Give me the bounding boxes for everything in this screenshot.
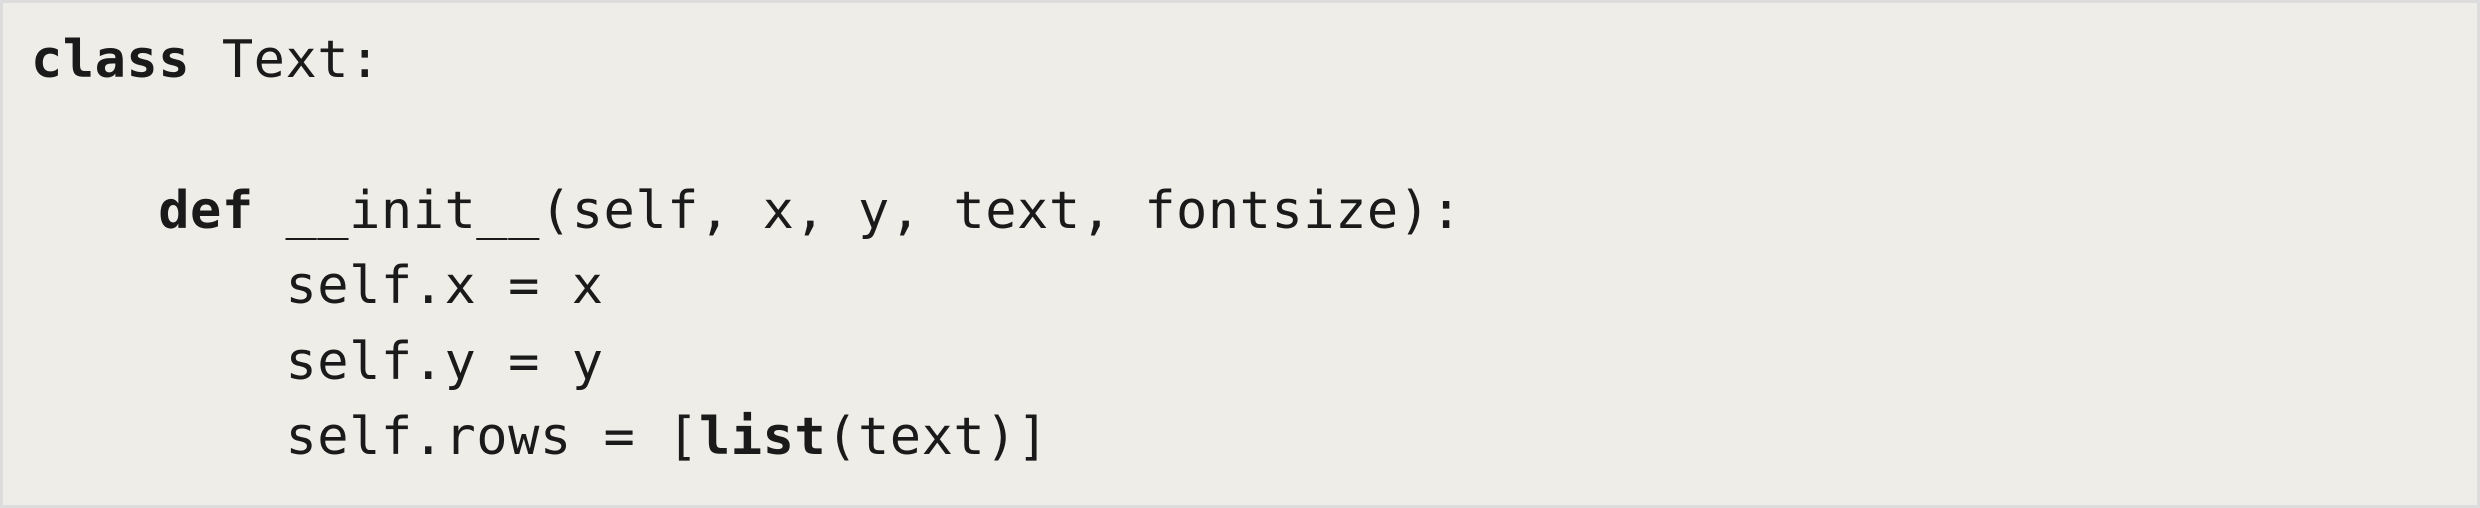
code-block: class Text: def __init__(self, x, y, tex… [0,0,2480,508]
keyword: def [158,181,253,241]
keyword: list [699,407,826,467]
code-content: class Text: def __init__(self, x, y, tex… [31,30,1462,467]
keyword: class [31,30,190,90]
